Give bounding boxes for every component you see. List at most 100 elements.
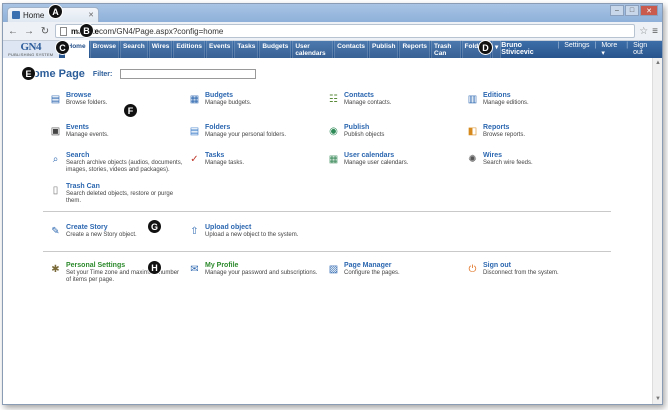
more-menu[interactable]: More ▾ (601, 42, 621, 57)
tile-search[interactable]: ⌕ Search Search archive objects (audios, d… (49, 152, 184, 174)
tile-title[interactable]: Editions (483, 92, 529, 99)
tile-browse[interactable]: ▤ Browse Browse folders. (49, 92, 184, 107)
nav-item-editions[interactable]: Editions (173, 39, 206, 60)
tile-title[interactable]: Reports (483, 124, 525, 131)
main-content: Home Page Filter: ▤ Browse Browse folders.… (3, 58, 654, 404)
user-bar: Bruno Stivicevic | Settings | More ▾ | S… (501, 42, 662, 57)
tile-title[interactable]: Wires (483, 152, 533, 159)
tile-description: Create a new Story object. (66, 232, 137, 238)
nav-item-publish[interactable]: Publish (368, 39, 399, 60)
tile-contacts[interactable]: ☷ Contacts Manage contacts. (327, 92, 462, 107)
tile-folders[interactable]: ▤ Folders Manage your personal folders. (188, 124, 323, 139)
tile-page-manager[interactable]: ▨ Page Manager Configure the pages. (327, 262, 462, 277)
tile-publish[interactable]: ◉ Publish Publish objects (327, 124, 462, 139)
calendar-icon: ▦ (328, 154, 339, 165)
bookmark-star-icon[interactable]: ☆ (639, 26, 648, 37)
app-navbar: GN4 PUBLISHING SYSTEM Home Browse Search Wi… (3, 39, 662, 60)
tile-upload-object[interactable]: ⇧ Upload object Upload a new object to the… (188, 224, 323, 239)
reload-icon[interactable]: ↻ (39, 25, 51, 37)
callout-f: F (123, 103, 138, 118)
forward-icon[interactable]: → (23, 25, 35, 37)
callout-a: A (48, 4, 63, 19)
page-manager-icon: ▨ (328, 264, 339, 275)
browser-menu-icon[interactable]: ≡ (652, 26, 658, 37)
tasks-icon: ✓ (190, 154, 199, 165)
nav-item-[interactable]: ▾ (492, 39, 502, 60)
budgets-icon: ▦ (189, 94, 200, 105)
nav-item-contacts[interactable]: Contacts (334, 39, 368, 60)
minimize-icon[interactable]: – (610, 5, 624, 16)
tile-description: Manage editions. (483, 100, 529, 106)
tile-title[interactable]: Sign out (483, 262, 559, 269)
close-window-icon[interactable]: ✕ (640, 5, 658, 16)
nav-item-reports[interactable]: Reports (399, 39, 431, 60)
address-bar[interactable]: main.tecom/GN4/Page.aspx?config=home (55, 24, 636, 38)
tile-trash-can[interactable]: ▯ Trash Can Search deleted objects, restor… (49, 183, 184, 205)
tile-budgets[interactable]: ▦ Budgets Manage budgets. (188, 92, 323, 107)
nav-item-budgets[interactable]: Budgets (259, 39, 292, 60)
tile-title[interactable]: Page Manager (344, 262, 400, 269)
tile-title[interactable]: Contacts (344, 92, 391, 99)
tile-create-story[interactable]: ✎ Create Story Create a new Story object. (49, 224, 184, 239)
contacts-icon: ☷ (329, 94, 338, 105)
nav-item-browse[interactable]: Browse (89, 39, 120, 60)
tile-my-profile[interactable]: ✉ My Profile Manage your password and subs… (188, 262, 323, 277)
tile-title[interactable]: User calendars (344, 152, 408, 159)
callout-c: C (55, 40, 70, 55)
tile-title[interactable]: Browse (66, 92, 107, 99)
callout-e: E (21, 66, 36, 81)
tile-description: Manage your password and subscriptions. (205, 270, 318, 276)
tile-title[interactable]: Tasks (205, 152, 244, 159)
nav-item-wires[interactable]: Wires (148, 39, 173, 60)
browser-toolbar: ← → ↻ main.tecom/GN4/Page.aspx?config=ho… (3, 22, 662, 41)
nav-item-search[interactable]: Search (120, 39, 148, 60)
tile-description: Manage tasks. (205, 160, 245, 166)
tab-strip: Home ✕ – □ ✕ (3, 4, 662, 22)
tile-description: Set your Time zone and maximum number of… (66, 270, 180, 284)
tile-reports[interactable]: ◧ Reports Browse reports. (466, 124, 601, 139)
signout-link[interactable]: Sign out (633, 42, 657, 57)
separator: | (557, 42, 560, 49)
back-icon[interactable]: ← (7, 25, 19, 37)
tile-title[interactable]: Create Story (66, 224, 137, 231)
create-story-icon: ✎ (51, 226, 60, 237)
tile-wires[interactable]: ✺ Wires Search wire feeds. (466, 152, 601, 167)
tile-title[interactable]: Folders (205, 124, 286, 131)
tile-title[interactable]: My Profile (205, 262, 317, 269)
user-name[interactable]: Bruno Stivicevic (501, 42, 552, 57)
maximize-icon[interactable]: □ (625, 5, 639, 16)
tile-title[interactable]: Upload object (205, 224, 298, 231)
tile-title[interactable]: Search (66, 152, 184, 159)
tile-title[interactable]: Personal Settings (66, 262, 184, 269)
tile-title[interactable]: Events (66, 124, 109, 131)
tile-editions[interactable]: ▥ Editions Manage editions. (466, 92, 601, 107)
tile-title[interactable]: Publish (344, 124, 384, 131)
nav-item-user-calendars[interactable]: User calendars (292, 39, 334, 60)
signout-icon: ⏻ (468, 264, 477, 275)
section-divider (43, 251, 611, 252)
separator: | (626, 42, 629, 49)
tile-events[interactable]: ▣ Events Manage events. (49, 124, 184, 139)
vertical-scrollbar[interactable]: ▲ ▼ (652, 58, 662, 404)
editions-icon: ▥ (467, 94, 478, 105)
nav-item-events[interactable]: Events (206, 39, 234, 60)
folders-icon: ▤ (189, 126, 200, 137)
logo-subtitle: PUBLISHING SYSTEM (8, 52, 54, 57)
filter-input[interactable] (120, 69, 257, 79)
tile-tasks[interactable]: ✓ Tasks Manage tasks. (188, 152, 323, 167)
browse-icon: ▤ (50, 94, 61, 105)
nav-item-trash-can[interactable]: Trash Can (431, 39, 461, 60)
tile-title[interactable]: Trash Can (66, 183, 184, 190)
tile-sign-out[interactable]: ⏻ Sign out Disconnect from the system. (466, 262, 601, 277)
tile-title[interactable]: Budgets (205, 92, 251, 99)
gn4-logo[interactable]: GN4 PUBLISHING SYSTEM (3, 41, 59, 58)
tile-user-calendars[interactable]: ▦ User calendars Manage user calendars. (327, 152, 462, 167)
nav-item-tasks[interactable]: Tasks (234, 39, 259, 60)
close-tab-icon[interactable]: ✕ (88, 11, 94, 19)
tile-personal-settings[interactable]: ✱ Personal Settings Set your Time zone and… (49, 262, 184, 284)
settings-link[interactable]: Settings (564, 42, 589, 57)
scroll-up-icon[interactable]: ▲ (654, 59, 662, 67)
browser-window: Home ✕ – □ ✕ ← → ↻ main.tecom/GN4/Page.a… (2, 3, 663, 405)
main-nav: Home Browse Search Wires Editions Events Tasks… (64, 39, 502, 60)
scroll-down-icon[interactable]: ▼ (654, 395, 662, 403)
